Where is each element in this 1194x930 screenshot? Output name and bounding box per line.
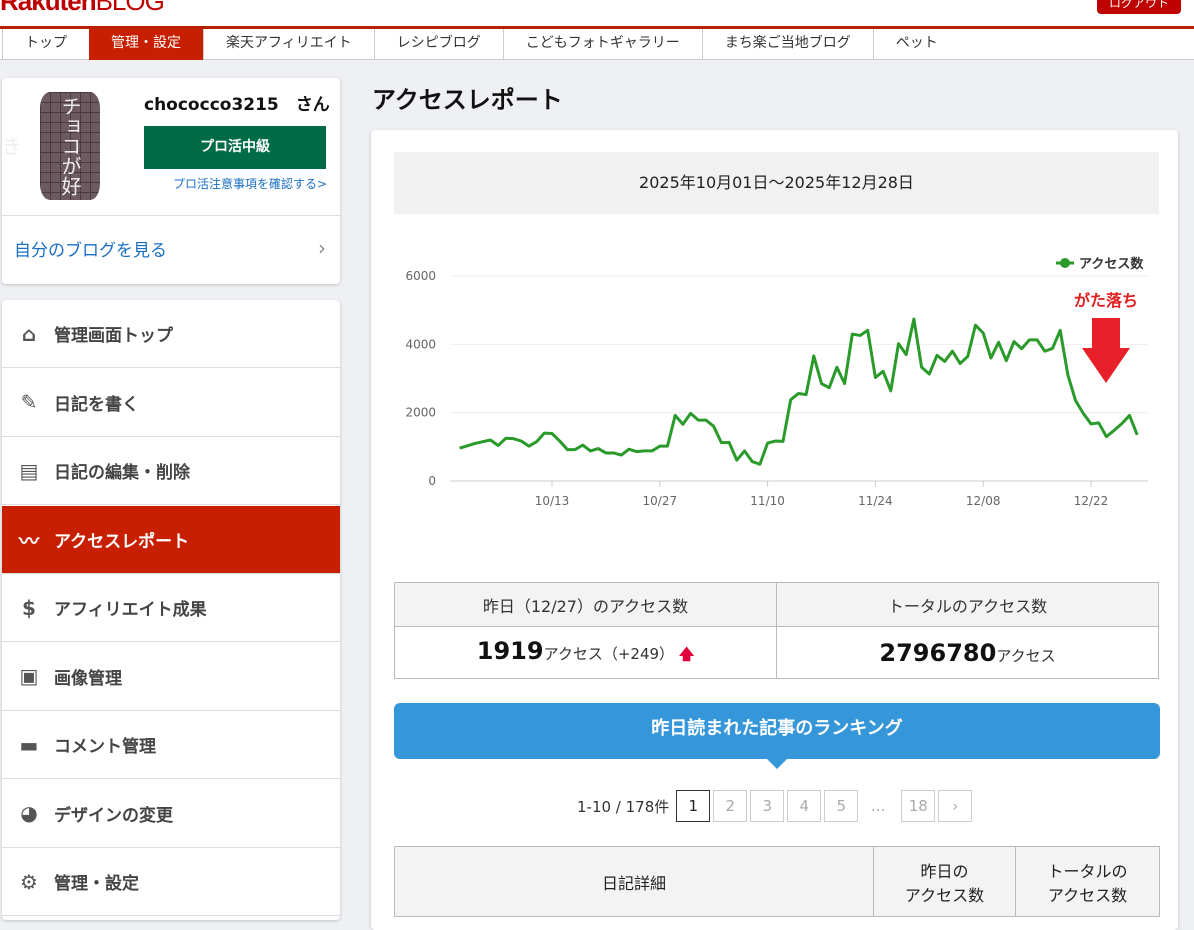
date-range: 2025年10月01日〜2025年12月28日	[394, 152, 1159, 214]
nav-tab[interactable]: レシピブログ	[374, 29, 503, 60]
site-header: RakutenBLOG ログアウト	[0, 0, 1194, 29]
sidebar-item-label: アフィリエイト成果	[54, 595, 207, 620]
sidebar-item[interactable]: ▬ コメント管理	[2, 711, 340, 779]
trend-icon: 〰	[16, 525, 42, 554]
document-icon: ▤	[16, 459, 42, 483]
page-title: アクセスレポート	[372, 80, 563, 115]
sidebar-item-label: 日記を書く	[54, 390, 139, 415]
home-icon: ⌂	[16, 322, 42, 346]
pro-notice-link[interactable]: プロ活注意事項を確認する>	[173, 175, 327, 192]
avatar: チョコが好き	[40, 92, 100, 200]
nav-tab[interactable]: まち楽ご当地ブログ	[702, 29, 873, 60]
sidebar-item-label: 管理・設定	[54, 869, 139, 894]
image-icon: ▣	[16, 664, 42, 688]
pagination: 1-10 / 178件 12345…18›	[577, 790, 972, 822]
sidebar-item[interactable]: ⌂ 管理画面トップ	[2, 300, 340, 368]
col-detail[interactable]: 日記詳細	[395, 847, 874, 917]
legend-marker	[1060, 258, 1070, 268]
total-value: 2796780	[879, 639, 996, 667]
sidebar-item-label: コメント管理	[54, 732, 156, 757]
sidebar-item-label: アクセスレポート	[54, 527, 189, 552]
sidebar-item[interactable]: $ アフィリエイト成果	[2, 574, 340, 642]
page-button[interactable]: 2	[713, 790, 747, 822]
chevron-right-icon: ›	[318, 236, 326, 260]
y-tick-label: 4000	[405, 337, 436, 351]
page-button[interactable]: 4	[787, 790, 821, 822]
x-tick-label: 12/22	[1074, 494, 1109, 508]
next-page-button[interactable]: ›	[938, 790, 972, 822]
profile-card: チョコが好き chococco3215 さん プロ活中級 プロ活注意事項を確認す…	[2, 78, 340, 284]
nav-tab[interactable]: 管理・設定	[89, 29, 203, 60]
yesterday-cell: 1919アクセス（+249） 🡅	[395, 627, 777, 679]
y-tick-label: 6000	[405, 269, 436, 283]
stats-table: 昨日（12/27）のアクセス数トータルのアクセス数 1919アクセス（+249）…	[394, 582, 1159, 679]
page-button[interactable]: 18	[901, 790, 935, 822]
x-tick-label: 10/13	[535, 494, 570, 508]
result-count: 1-10 / 178件	[577, 796, 669, 817]
arrow-up-icon: 🡅	[679, 645, 694, 663]
money-bag-icon: $	[16, 596, 42, 620]
sidebar-item[interactable]: ◕ デザインの変更	[2, 780, 340, 848]
legend-label: アクセス数	[1079, 256, 1144, 272]
nav-tab[interactable]: 楽天アフィリエイト	[203, 29, 374, 60]
yesterday-value: 1919	[477, 637, 544, 665]
sidebar-item[interactable]: ✎ 日記を書く	[2, 369, 340, 437]
comment-icon: ▬	[16, 733, 42, 757]
sidebar-item[interactable]: ▣ 画像管理	[2, 643, 340, 711]
my-blog-link[interactable]: 自分のブログを見る ›	[2, 215, 340, 284]
report-card: 2025年10月01日〜2025年12月28日 0 2000 4000 6000 10/…	[371, 130, 1178, 930]
sidebar-item-label: 管理画面トップ	[54, 321, 173, 346]
yesterday-header: 昨日（12/27）のアクセス数	[395, 583, 777, 627]
x-tick-label: 11/10	[750, 494, 785, 508]
total-cell: 2796780アクセス	[777, 627, 1159, 679]
gear-icon: ⚙	[16, 870, 42, 894]
sidebar-item-label: 日記の編集・削除	[54, 458, 190, 483]
page-button[interactable]: 5	[824, 790, 858, 822]
access-chart: 0 2000 4000 6000 10/13 10/27 11/10 11/24 12/08 12…	[390, 240, 1170, 520]
page-button[interactable]: 1	[676, 790, 710, 822]
y-tick-label: 2000	[405, 406, 436, 420]
sidebar-item[interactable]: ⚙ 管理・設定	[2, 848, 340, 916]
sidebar-item-label: デザインの変更	[54, 801, 173, 826]
x-tick-label: 11/24	[858, 494, 893, 508]
palette-icon: ◕	[16, 801, 42, 825]
y-tick-label: 0	[428, 474, 436, 488]
col-yesterday[interactable]: 昨日の アクセス数	[874, 847, 1016, 917]
sidebar-item[interactable]: 〰アクセスレポート	[2, 506, 340, 574]
unit: アクセス	[996, 647, 1055, 665]
sidebar-item-label: 画像管理	[54, 664, 122, 689]
nav-tab[interactable]: ペット	[873, 29, 960, 60]
x-tick-label: 12/08	[966, 494, 1001, 508]
sidebar-item[interactable]: ▤ 日記の編集・削除	[2, 437, 340, 505]
pro-level-button[interactable]: プロ活中級	[144, 126, 326, 169]
ranking-header: 昨日読まれた記事のランキング	[394, 703, 1160, 759]
username: chococco3215 さん	[144, 90, 330, 115]
pencil-icon: ✎	[16, 390, 42, 414]
page-button[interactable]: 3	[750, 790, 784, 822]
x-tick-label: 10/27	[643, 494, 678, 508]
nav-tab[interactable]: トップ	[2, 29, 89, 60]
top-nav: トップ管理・設定楽天アフィリエイトレシピブログこどもフォトギャラリーまち楽ご当地…	[0, 29, 1194, 60]
rakuten-blog-logo[interactable]: RakutenBLOG	[0, 0, 164, 17]
my-blog-label: 自分のブログを見る	[14, 241, 167, 261]
logout-button[interactable]: ログアウト	[1097, 0, 1181, 14]
total-header: トータルのアクセス数	[777, 583, 1159, 627]
col-total[interactable]: トータルの アクセス数	[1016, 847, 1160, 917]
nav-tab[interactable]: こどもフォトギャラリー	[503, 29, 702, 60]
unit: アクセス	[544, 645, 603, 663]
down-arrow-icon	[1082, 318, 1130, 383]
annotation-label: がた落ち	[1074, 291, 1138, 310]
series-line-access	[460, 319, 1138, 464]
sidebar-menu: ⌂ 管理画面トップ ✎ 日記を書く ▤ 日記の編集・削除〰アクセスレポート $ アフィリエイト…	[2, 300, 340, 920]
diff: （+249）	[603, 645, 674, 663]
ranking-table: 日記詳細昨日の アクセス数トータルの アクセス数	[394, 846, 1160, 917]
pager-ellipsis: …	[858, 797, 898, 815]
